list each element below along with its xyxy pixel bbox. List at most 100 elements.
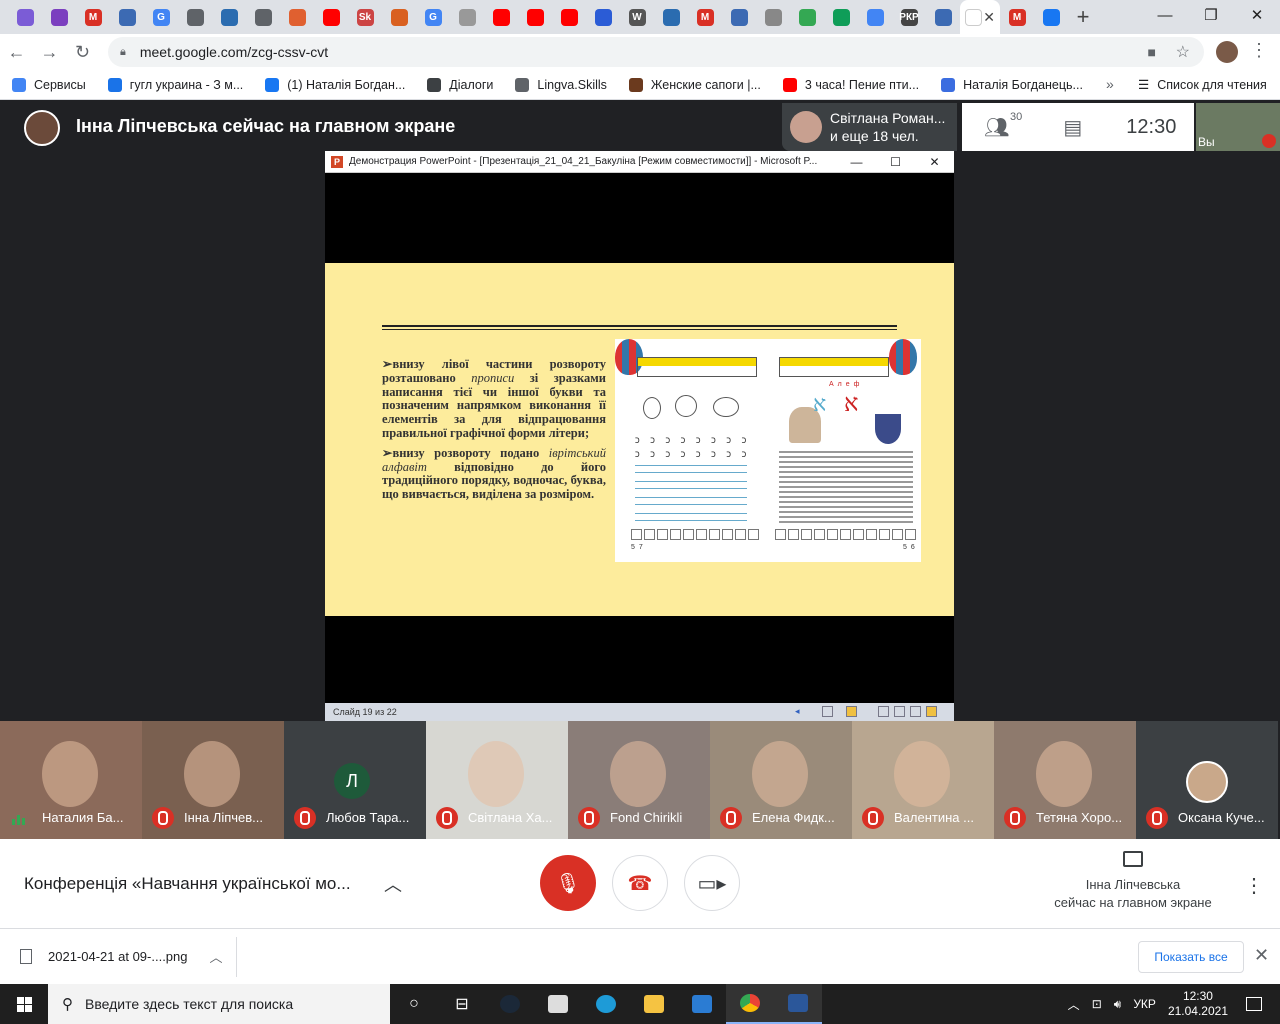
cortana-icon[interactable]: ○ <box>390 984 438 1024</box>
language-indicator[interactable]: УКР <box>1133 997 1156 1011</box>
forward-arrow-icon[interactable]: → <box>33 42 66 63</box>
browser-tab[interactable] <box>858 0 892 34</box>
bookmark-item[interactable]: Наталія Богданець... <box>941 77 1083 92</box>
slideshow-view-icon[interactable] <box>926 706 937 717</box>
browser-tab[interactable] <box>314 0 348 34</box>
chevron-up-icon[interactable]: ︿ <box>384 871 402 897</box>
reload-icon[interactable]: ↻ <box>66 42 99 63</box>
close-icon[interactable]: ✕ <box>1254 945 1269 966</box>
browser-tab[interactable] <box>178 0 212 34</box>
close-window-button[interactable]: ✕ <box>1234 0 1280 30</box>
browser-tab[interactable] <box>824 0 858 34</box>
browser-tab[interactable]: M <box>1000 0 1034 34</box>
notes-icon[interactable] <box>822 706 833 717</box>
steam-icon[interactable] <box>486 984 534 1024</box>
chat-icon[interactable]: ▤ <box>1063 115 1082 140</box>
minimize-button[interactable]: — <box>1142 0 1188 30</box>
chrome-icon[interactable] <box>726 984 774 1024</box>
participant-tile[interactable]: Л Любов Тара... <box>284 721 426 839</box>
browser-tab[interactable] <box>926 0 960 34</box>
new-tab-button[interactable]: + <box>1068 4 1098 30</box>
participant-tile[interactable]: Світлана Ха... <box>426 721 568 839</box>
hang-up-button[interactable]: ☎︎ <box>612 855 668 911</box>
slide-icon[interactable] <box>846 706 857 717</box>
browser-tab[interactable] <box>8 0 42 34</box>
maximize-button[interactable]: ❐ <box>1188 0 1234 30</box>
browser-tab[interactable] <box>484 0 518 34</box>
show-all-button[interactable]: Показать все <box>1138 941 1244 973</box>
participants-card[interactable]: Світлана Роман... и еще 18 чел. <box>782 103 957 151</box>
bookmarks-overflow-icon[interactable]: » <box>1106 76 1114 92</box>
task-view-icon[interactable]: ⊟ <box>438 984 486 1024</box>
volume-icon[interactable]: 🔊︎ <box>1114 997 1122 1012</box>
ppt-maximize-icon[interactable]: ☐ <box>876 151 915 173</box>
self-view[interactable]: Вы <box>1196 103 1280 151</box>
browser-tab[interactable] <box>518 0 552 34</box>
participant-tile[interactable]: Fond Chirikli <box>568 721 710 839</box>
network-icon[interactable]: ⊡ <box>1092 997 1102 1011</box>
browser-tab[interactable] <box>552 0 586 34</box>
mic-toggle-button[interactable]: 🎙︎ <box>540 855 596 911</box>
browser-tab[interactable] <box>246 0 280 34</box>
camera-icon[interactable]: ■ <box>1148 44 1156 60</box>
browser-tab[interactable] <box>280 0 314 34</box>
download-item[interactable]: 2021-04-21 at 09-....png ︿ <box>20 947 223 966</box>
browser-tab[interactable] <box>1034 0 1068 34</box>
participant-tile[interactable]: Наталия Ба... <box>0 721 142 839</box>
browser-tab[interactable]: Sk <box>348 0 382 34</box>
browser-tab[interactable]: M <box>76 0 110 34</box>
browser-tab[interactable] <box>654 0 688 34</box>
participant-tile[interactable]: Елена Фидк... <box>710 721 852 839</box>
browser-tab[interactable] <box>756 0 790 34</box>
participant-tile[interactable]: Інна Ліпчев... <box>142 721 284 839</box>
bookmark-item[interactable]: Діалоги <box>427 77 493 92</box>
participant-tile[interactable]: Валентина ... <box>852 721 994 839</box>
reading-list-button[interactable]: ☰ Список для чтения <box>1138 77 1267 93</box>
tab-close-icon[interactable]: ✕ <box>983 9 995 26</box>
people-icon[interactable]: 👥︎ 30 <box>984 111 1022 140</box>
bookmark-item[interactable]: Женские сапоги |... <box>628 77 761 92</box>
lock-icon[interactable]: 🔒︎ <box>120 46 126 59</box>
participant-tile[interactable]: Тетяна Хоро... <box>994 721 1136 839</box>
edge-icon[interactable] <box>582 984 630 1024</box>
file-explorer-icon[interactable] <box>630 984 678 1024</box>
browser-tab[interactable]: ✕ <box>960 0 1000 34</box>
browser-tab[interactable] <box>790 0 824 34</box>
presenting-status-button[interactable]: Інна Ліпчевська сейчас на главном экране <box>1040 851 1226 912</box>
browser-tab[interactable] <box>382 0 416 34</box>
store-icon[interactable] <box>534 984 582 1024</box>
browser-menu-icon[interactable]: ⋮ <box>1250 40 1268 61</box>
profile-avatar[interactable] <box>1216 41 1238 63</box>
start-button[interactable] <box>0 984 48 1024</box>
bookmark-item[interactable]: (1) Наталія Богдан... <box>265 77 405 92</box>
browser-tab[interactable]: G <box>416 0 450 34</box>
browser-tab[interactable] <box>450 0 484 34</box>
prev-arrow-icon[interactable]: ◂ <box>795 706 806 717</box>
browser-tab[interactable]: РКР <box>892 0 926 34</box>
reading-view-icon[interactable] <box>910 706 921 717</box>
mail-icon[interactable] <box>678 984 726 1024</box>
browser-tab[interactable] <box>42 0 76 34</box>
browser-tab[interactable] <box>586 0 620 34</box>
bookmark-item[interactable]: 3 часа! Пение пти... <box>782 77 919 92</box>
taskbar-clock[interactable]: 12:30 21.04.2021 <box>1168 989 1228 1019</box>
browser-tab[interactable] <box>722 0 756 34</box>
bookmark-star-icon[interactable]: ☆ <box>1176 42 1190 62</box>
tray-chevron-icon[interactable]: ︿ <box>1068 996 1080 1013</box>
normal-view-icon[interactable] <box>878 706 889 717</box>
chevron-up-icon[interactable]: ︿ <box>210 947 223 966</box>
browser-tab[interactable]: G <box>144 0 178 34</box>
back-arrow-icon[interactable]: ← <box>0 42 33 63</box>
sorter-view-icon[interactable] <box>894 706 905 717</box>
browser-tab[interactable] <box>212 0 246 34</box>
bookmark-item[interactable]: Сервисы <box>12 77 86 92</box>
taskbar-search-input[interactable]: ⚲ Введите здесь текст для поиска <box>48 984 390 1024</box>
more-options-icon[interactable]: ⋮ <box>1244 873 1264 898</box>
bookmark-item[interactable]: Lingva.Skills <box>515 77 607 92</box>
ppt-minimize-icon[interactable]: — <box>837 151 876 173</box>
participant-tile[interactable]: Оксана Куче... <box>1136 721 1278 839</box>
notifications-icon[interactable] <box>1246 997 1262 1011</box>
url-input[interactable]: 🔒︎ meet.google.com/zcg-cssv-cvt ■ ☆ <box>108 37 1204 67</box>
browser-tab[interactable]: M <box>688 0 722 34</box>
browser-tab[interactable]: W <box>620 0 654 34</box>
